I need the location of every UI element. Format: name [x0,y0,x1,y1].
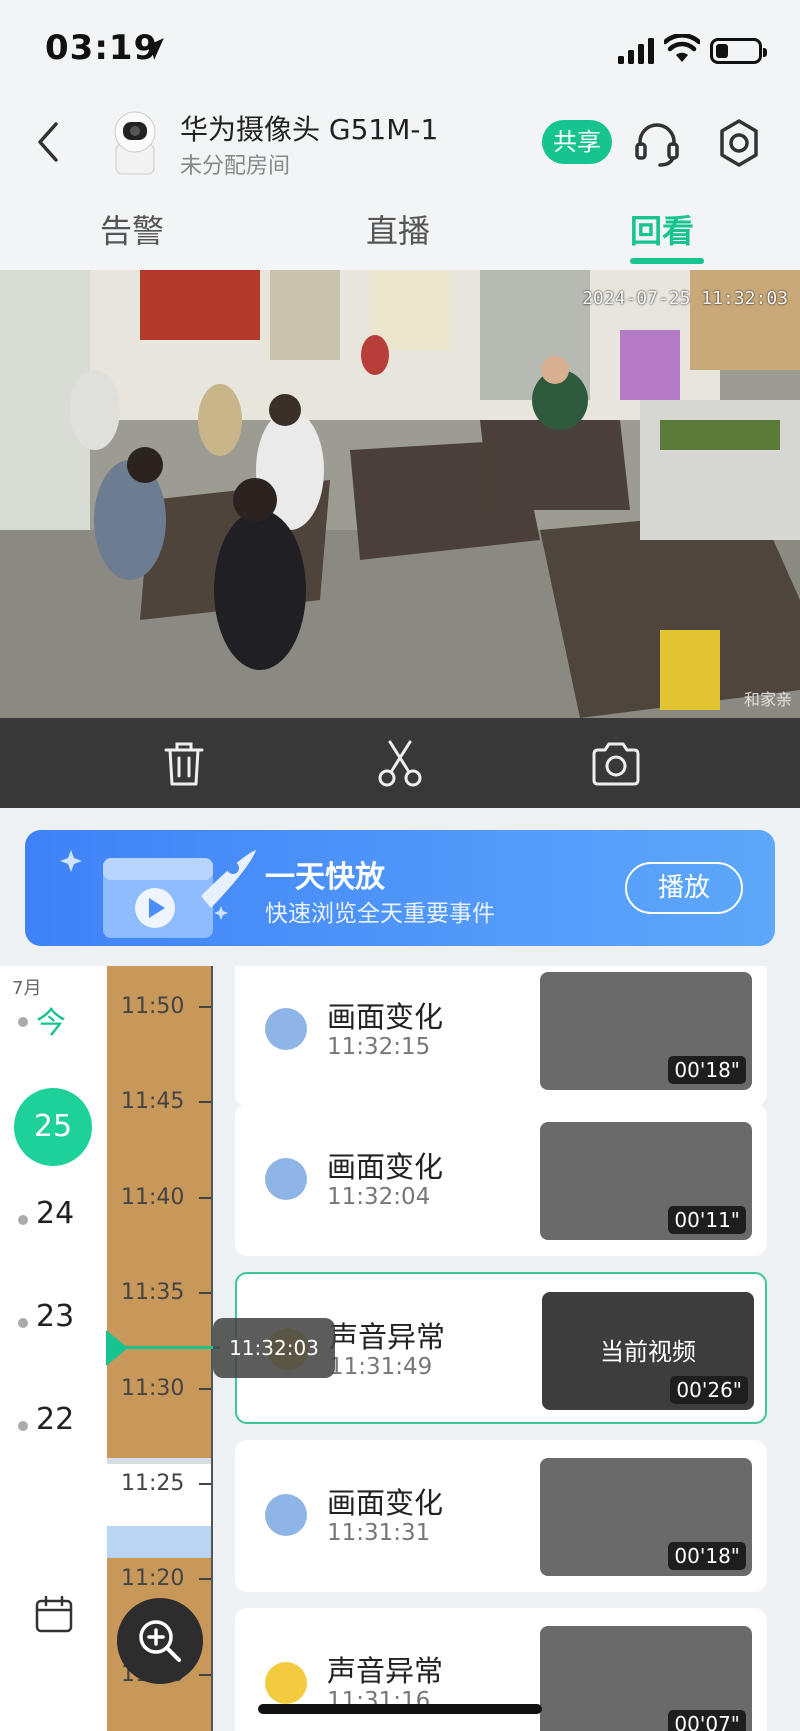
event-type: 画面变化 [327,1486,444,1520]
date-today-label: 今 [36,1006,66,1041]
video-player[interactable]: 2024-07-25 11:32:03 和家亲 [0,270,800,718]
motion-change-icon [265,1008,307,1050]
timeline-label: 11:25 [121,1471,185,1496]
timeline-tick [199,1006,211,1008]
headset-support-icon[interactable] [632,118,682,168]
banner-title: 一天快放 [265,860,385,895]
status-bar: 03:19 [0,0,800,100]
quick-playback-banner[interactable]: 一天快放 快速浏览全天重要事件 播放 [25,830,775,946]
trash-icon[interactable] [158,738,210,790]
calendar-icon[interactable] [34,1594,74,1634]
timeline-tick [199,1578,211,1580]
timeline-label: 11:30 [121,1376,185,1401]
timeline-label: 11:20 [121,1566,185,1591]
timeline-label: 11:45 [121,1089,185,1114]
camera-device-thumbnail [114,111,156,175]
event-thumbnail: 00'11" [540,1122,752,1240]
timeline-gap [107,1458,211,1464]
timeline-event-segment [107,1526,211,1558]
banner-play-button[interactable]: 播放 [625,862,743,914]
timeline-tick [199,1101,211,1103]
date-dot [18,1215,28,1225]
event-thumbnail: 00'18" [540,972,752,1090]
timeline-tick [199,1674,211,1676]
video-watermark: 和家亲 [743,690,792,709]
event-duration: 00'11" [668,1206,746,1234]
current-video-label: 当前视频 [600,1338,696,1366]
location-arrow-icon [142,38,164,60]
date-label: 23 [36,1299,75,1334]
rocket-video-illustration-icon [60,850,256,938]
playback-controls [0,718,800,808]
event-type: 声音异常 [327,1654,444,1688]
event-duration: 00'07" [668,1710,746,1731]
scissors-icon[interactable] [374,738,426,790]
date-label: 22 [36,1402,75,1437]
share-button[interactable]: 共享 [542,120,612,164]
home-indicator [258,1704,542,1714]
timeline-label: 11:50 [121,994,185,1019]
battery-icon [710,38,767,64]
timeline-label: 11:40 [121,1185,185,1210]
tab-playback[interactable]: 回看 [630,206,694,252]
date-item[interactable]: 24 [0,1188,105,1248]
timeline-tick [199,1483,211,1485]
active-tab-indicator [630,258,704,264]
date-today[interactable]: 今 [0,990,105,1050]
event-time: 11:32:04 [327,1184,431,1210]
tab-live[interactable]: 直播 [366,206,430,252]
timeline-tick [199,1292,211,1294]
video-frame-image [0,270,800,718]
date-dot [18,1017,28,1027]
event-thumbnail: 当前视频 00'26" [542,1292,754,1410]
event-thumbnail: 00'07" [540,1626,752,1731]
device-header: 华为摄像头 G51M-1 未分配房间 共享 告警 直播 回看 [0,100,800,270]
date-dot [18,1421,28,1431]
timeline-cursor-time: 11:32:03 [213,1318,335,1378]
banner-subtitle: 快速浏览全天重要事件 [265,901,495,927]
date-label: 24 [36,1196,75,1231]
event-type: 画面变化 [327,1000,444,1034]
device-room: 未分配房间 [180,154,291,179]
date-selected[interactable]: 25 [14,1088,92,1166]
zoom-in-icon[interactable] [117,1598,203,1684]
timeline-tick [199,1197,211,1199]
tab-bar: 告警 直播 回看 [0,200,800,270]
event-type: 声音异常 [329,1320,446,1354]
settings-gear-icon[interactable] [716,118,762,168]
tab-alerts[interactable]: 告警 [100,206,164,252]
timeline-cursor-line [110,1346,220,1349]
video-timestamp: 2024-07-25 11:32:03 [582,288,788,309]
event-duration: 00'18" [668,1056,746,1084]
date-item[interactable]: 22 [0,1394,105,1454]
date-selector: 7月 今 25 24 23 22 [0,966,105,1731]
date-item[interactable]: 23 [0,1291,105,1351]
wifi-icon [664,34,700,62]
event-card[interactable]: 画面变化 11:31:31 00'18" [235,1440,767,1592]
event-duration: 00'18" [668,1542,746,1570]
event-card[interactable]: 画面变化 11:32:15 00'18" [235,966,767,1106]
timeline-tick [199,1388,211,1390]
sound-abnormal-icon [265,1662,307,1704]
cellular-signal-icon [618,38,654,64]
event-type: 画面变化 [327,1150,444,1184]
event-card[interactable]: 画面变化 11:32:04 00'11" [235,1104,767,1256]
timeline-label: 11:35 [121,1280,185,1305]
event-time: 11:31:49 [329,1354,433,1380]
event-thumbnail: 00'18" [540,1458,752,1576]
camera-snapshot-icon[interactable] [590,738,642,790]
back-arrow-icon[interactable] [28,118,68,166]
motion-change-icon [265,1494,307,1536]
date-dot [18,1318,28,1328]
motion-change-icon [265,1158,307,1200]
event-time: 11:31:31 [327,1520,431,1546]
device-name: 华为摄像头 G51M-1 [180,113,439,146]
event-time: 11:32:15 [327,1034,431,1060]
event-duration: 00'26" [670,1376,748,1404]
